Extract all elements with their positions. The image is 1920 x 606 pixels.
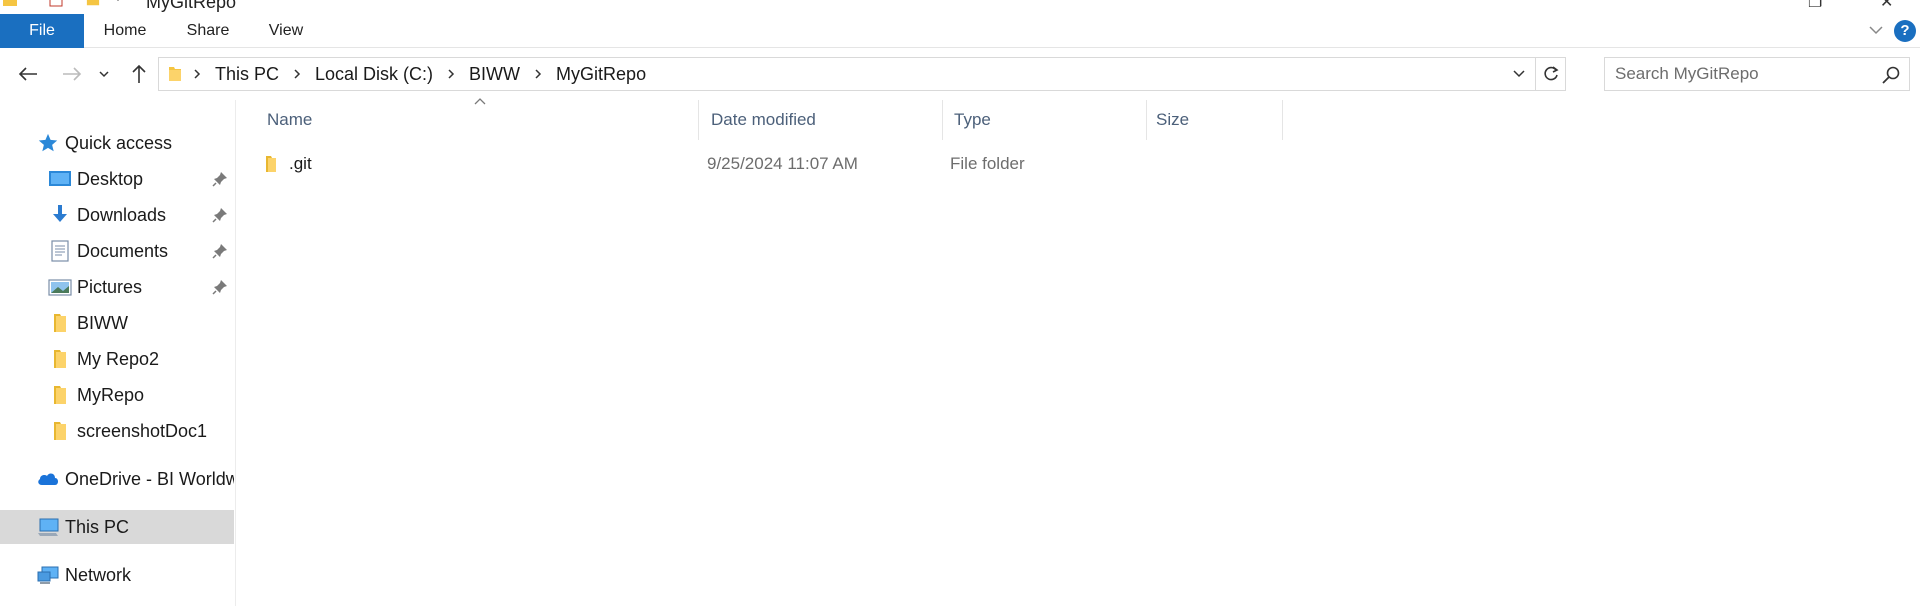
nav-item-network[interactable]: Network <box>0 558 234 592</box>
file-name: .git <box>289 154 312 173</box>
back-button[interactable] <box>14 58 42 90</box>
computer-icon <box>38 518 59 536</box>
folder-icon <box>54 386 66 404</box>
nav-item-onedrive[interactable]: OneDrive - BI Worldw <box>0 462 234 496</box>
documents-icon <box>51 240 69 262</box>
nav-label: Desktop <box>77 168 144 189</box>
up-arrow-icon <box>132 64 146 83</box>
chevron-down-icon <box>99 71 109 78</box>
nav-item-desktop[interactable]: Desktop <box>0 162 234 196</box>
address-bar[interactable]: This PC Local Disk (C:) BIWW MyGitRepo <box>158 57 1566 91</box>
up-button[interactable] <box>125 58 153 90</box>
refresh-button[interactable] <box>1535 58 1565 90</box>
nav-item-folder[interactable]: My Repo2 <box>0 342 234 376</box>
nav-item-this-pc[interactable]: This PC <box>0 510 234 544</box>
nav-label: Downloads <box>77 204 167 225</box>
folder-icon <box>3 0 17 6</box>
column-header-label: Size <box>1156 110 1190 129</box>
nav-item-downloads[interactable]: Downloads <box>0 198 234 232</box>
breadcrumb-this-pc[interactable]: This PC <box>211 64 283 85</box>
column-header-size[interactable]: Size <box>1147 100 1283 140</box>
folder-icon <box>54 350 66 368</box>
file-row[interactable]: .git 9/25/2024 11:07 AM File folder <box>255 148 1265 180</box>
nav-item-documents[interactable]: Documents <box>0 234 234 268</box>
folder-icon <box>54 422 66 440</box>
column-header-date-modified[interactable]: Date modified <box>699 100 943 140</box>
forward-arrow-icon <box>63 67 82 81</box>
star-icon <box>38 133 58 152</box>
forward-button[interactable] <box>58 58 86 90</box>
nav-label: screenshotDoc1 <box>77 420 208 441</box>
desktop-icon <box>49 171 71 186</box>
expand-ribbon-chevron-icon[interactable] <box>1866 20 1886 40</box>
nav-label: Quick access <box>65 132 173 153</box>
nav-label: My Repo2 <box>77 348 160 369</box>
breadcrumb-separator-icon[interactable] <box>183 68 211 80</box>
help-icon[interactable]: ? <box>1894 20 1916 42</box>
search-input[interactable] <box>1615 63 1875 85</box>
breadcrumb-local-disk[interactable]: Local Disk (C:) <box>311 64 437 85</box>
address-history-dropdown[interactable] <box>1505 58 1533 90</box>
breadcrumb-separator-icon[interactable] <box>437 68 465 80</box>
pin-icon[interactable] <box>212 243 228 259</box>
nav-label: Network <box>65 564 132 585</box>
nav-label: Pictures <box>77 276 143 297</box>
folder-icon <box>169 67 181 81</box>
nav-item-folder[interactable]: BIWW <box>0 306 234 340</box>
properties-icon[interactable] <box>48 0 64 8</box>
back-arrow-icon <box>18 67 37 81</box>
column-header-label: Date modified <box>711 110 816 129</box>
breadcrumb-separator-icon[interactable] <box>283 68 311 80</box>
column-header-label: Type <box>954 110 991 129</box>
network-icon <box>37 566 59 584</box>
pin-icon[interactable] <box>212 207 228 223</box>
pin-icon[interactable] <box>212 171 228 187</box>
nav-item-folder[interactable]: MyRepo <box>0 378 234 412</box>
nav-quick-access[interactable]: Quick access <box>0 126 234 160</box>
nav-item-folder[interactable]: screenshotDoc1 <box>0 414 234 448</box>
tab-file[interactable]: File <box>0 14 84 48</box>
cloud-icon <box>38 473 58 485</box>
window-title: MyGitRepo <box>146 0 237 12</box>
nav-label: Documents <box>77 240 169 261</box>
breadcrumb: This PC Local Disk (C:) BIWW MyGitRepo <box>167 58 650 90</box>
title-bar: MyGitRepo ❐ ✕ <box>0 0 1920 12</box>
tab-view[interactable]: View <box>260 14 312 48</box>
nav-label: MyRepo <box>77 384 145 405</box>
download-icon <box>53 205 67 222</box>
nav-label: BIWW <box>77 312 128 333</box>
folder-icon <box>266 156 276 172</box>
folder-icon <box>54 314 66 332</box>
nav-label: This PC <box>65 516 130 537</box>
column-header-type[interactable]: Type <box>943 100 1147 140</box>
column-header-label: Name <box>267 110 313 129</box>
close-window-icon[interactable]: ✕ <box>1880 0 1893 12</box>
new-folder-icon[interactable] <box>86 0 100 8</box>
tab-share[interactable]: Share <box>180 14 236 48</box>
breadcrumb-separator-icon[interactable] <box>524 68 552 80</box>
refresh-icon <box>1543 66 1559 81</box>
column-header-name[interactable]: Name <box>237 100 699 140</box>
pin-icon[interactable] <box>212 279 228 295</box>
ribbon-tabs: File Home Share View ? <box>0 14 1920 48</box>
file-date-modified: 9/25/2024 11:07 AM <box>707 154 858 173</box>
recent-locations-button[interactable] <box>94 58 114 90</box>
restore-window-icon[interactable]: ❐ <box>1808 0 1822 12</box>
file-list: Name Date modified Type Size .git 9/25/2… <box>237 98 1920 606</box>
nav-label: OneDrive - BI Worldw <box>65 468 234 489</box>
navigation-pane: Quick access Desktop Downloads Documents… <box>0 100 236 606</box>
customize-toolbar-chevron-icon[interactable] <box>112 0 124 8</box>
nav-item-pictures[interactable]: Pictures <box>0 270 234 304</box>
chevron-down-icon <box>1513 70 1525 78</box>
file-type: File folder <box>950 154 1025 173</box>
breadcrumb-mygitrepo[interactable]: MyGitRepo <box>552 64 650 85</box>
search-icon[interactable] <box>1881 65 1901 85</box>
breadcrumb-biww[interactable]: BIWW <box>465 64 524 85</box>
pictures-icon <box>48 279 72 296</box>
search-box[interactable] <box>1604 57 1910 91</box>
tab-home[interactable]: Home <box>97 14 153 48</box>
